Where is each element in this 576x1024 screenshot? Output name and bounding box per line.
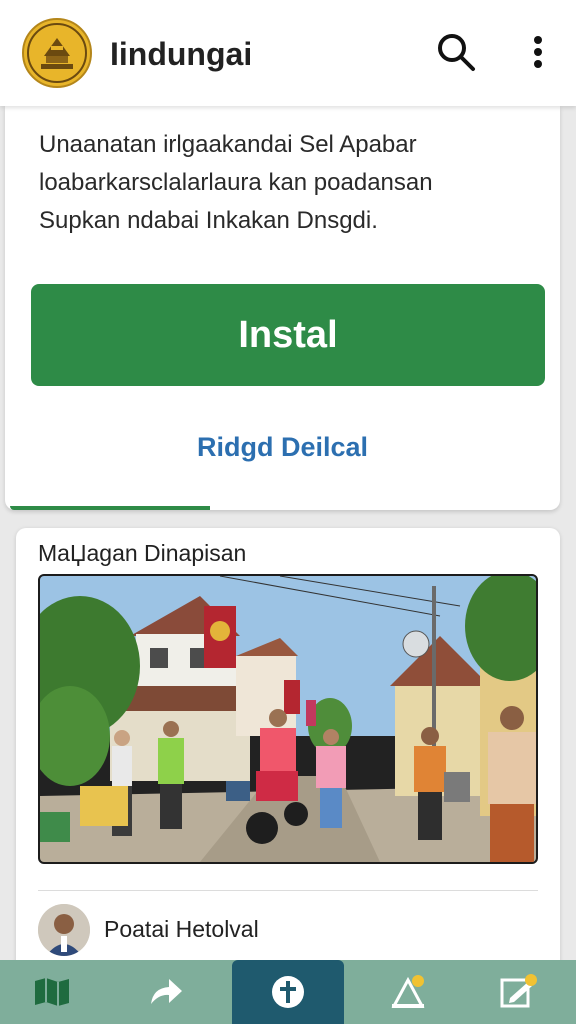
author-avatar[interactable]: [38, 904, 90, 956]
secondary-link[interactable]: Ridgd Deilcal: [5, 432, 560, 463]
install-card: Unaanatan irlgaakandai Sel Apabar loabar…: [5, 106, 560, 510]
description-line: Unaanatan irlgaakandai Sel Apabar: [39, 131, 417, 158]
bottom-navigation: [0, 960, 576, 1024]
news-heading: MaЏagan Dinapisan: [38, 540, 247, 566]
author-name[interactable]: Poatai Hetolval: [104, 916, 259, 943]
app-title: Iindungai: [110, 36, 253, 72]
more-vertical-icon: [534, 36, 542, 68]
nav-item-edit[interactable]: [478, 960, 558, 1024]
app-logo: [22, 18, 92, 88]
share-icon: [151, 979, 182, 1004]
nav-item-alerts[interactable]: [368, 960, 448, 1024]
search-icon: [438, 34, 475, 71]
news-photo[interactable]: [38, 574, 538, 864]
news-card[interactable]: MaЏagan Dinapisan Poatai Hetolval: [16, 528, 560, 988]
description-line: Supkan ndabai Inkakan Dnsgdi.: [39, 207, 378, 234]
divider: [38, 890, 538, 891]
description-line: loabarkarsclalarlaura kan poadansan: [39, 169, 433, 196]
nav-item-share[interactable]: [126, 960, 206, 1024]
install-description: Unaanatan irlgaakandai Sel Apabar loabar…: [39, 126, 539, 240]
app-bar: Iindungai: [0, 0, 576, 106]
map-icon: [35, 978, 69, 1006]
install-button[interactable]: Instal: [31, 284, 545, 386]
nav-item-add[interactable]: [232, 960, 344, 1024]
nav-item-map[interactable]: [12, 960, 92, 1024]
edit-icon: [500, 974, 537, 1008]
more-options-button[interactable]: [514, 28, 562, 76]
card-progress-indicator: [10, 506, 210, 510]
search-button[interactable]: [432, 28, 480, 76]
alert-icon: [391, 975, 425, 1008]
add-icon: [272, 976, 304, 1008]
